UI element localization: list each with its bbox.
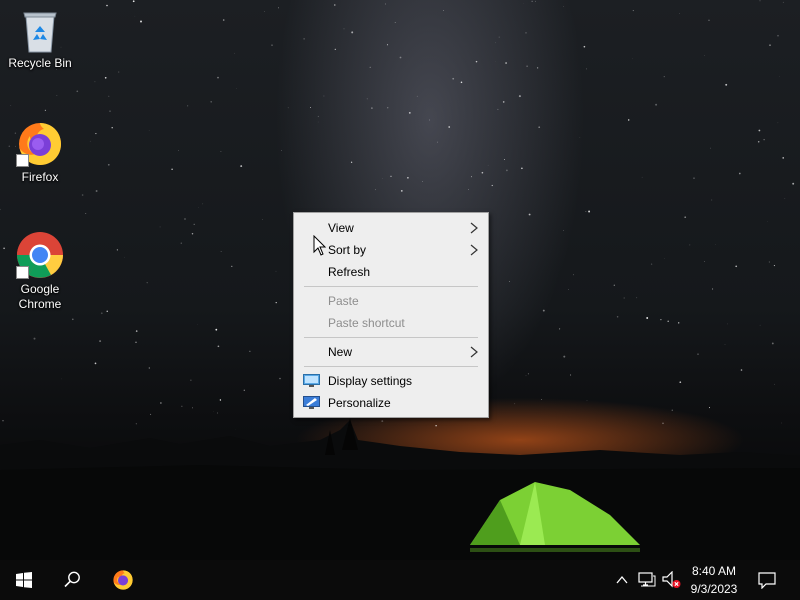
search-button[interactable] <box>48 560 96 600</box>
chevron-right-icon <box>470 222 478 234</box>
chevron-right-icon <box>470 346 478 358</box>
firefox-icon <box>113 570 133 590</box>
menu-separator <box>304 366 478 367</box>
menu-item-paste: Paste <box>294 290 488 312</box>
menu-item-label: Paste <box>328 294 359 308</box>
network-icon[interactable] <box>638 572 656 588</box>
taskbar: 8:40 AM 9/3/2023 <box>0 560 800 600</box>
menu-item-label: New <box>328 345 353 359</box>
start-button[interactable] <box>0 560 48 600</box>
shortcut-arrow-icon <box>16 266 29 279</box>
desktop-icon-label: Firefox <box>21 170 59 184</box>
menu-item-label: View <box>328 221 354 235</box>
notification-icon[interactable] <box>758 571 776 589</box>
clock-date[interactable]: 9/3/2023 <box>684 582 744 596</box>
menu-item-refresh[interactable]: Refresh <box>294 261 488 283</box>
windows-logo-icon <box>16 572 32 588</box>
menu-item-label: Refresh <box>328 265 371 279</box>
taskbar-firefox-button[interactable] <box>99 560 147 600</box>
menu-item-new[interactable]: New <box>294 341 488 363</box>
menu-item-label: Personalize <box>328 396 391 410</box>
clock-time[interactable]: 8:40 AM <box>684 564 744 578</box>
mouse-cursor-icon <box>313 235 327 256</box>
shortcut-arrow-icon <box>16 154 29 167</box>
desktop-icon-google-chrome[interactable]: Google Chrome <box>2 230 78 312</box>
menu-item-personalize[interactable]: Personalize <box>294 392 488 414</box>
desktop-icon-firefox[interactable]: Firefox <box>2 120 78 185</box>
desktop-icon-label: Google Chrome <box>18 282 62 311</box>
menu-item-label: Sort by <box>328 243 367 257</box>
chevron-up-icon[interactable] <box>616 575 628 585</box>
menu-item-label: Paste shortcut <box>328 316 405 330</box>
menu-item-paste-shortcut: Paste shortcut <box>294 312 488 334</box>
menu-item-label: Display settings <box>328 374 413 388</box>
chevron-right-icon <box>470 244 478 256</box>
personalize-icon <box>303 396 320 409</box>
menu-separator <box>304 286 478 287</box>
recycle-bin-icon <box>23 12 57 53</box>
menu-item-display-settings[interactable]: Display settings <box>294 370 488 392</box>
desktop-icon-recycle-bin[interactable]: Recycle Bin <box>2 8 78 71</box>
desktop-icon-label: Recycle Bin <box>8 56 72 70</box>
volume-muted-icon[interactable] <box>662 571 682 589</box>
desktop-background[interactable]: Recycle Bin Firefox Google Chrome View S… <box>0 0 800 560</box>
menu-separator <box>304 337 478 338</box>
search-icon <box>64 571 80 588</box>
display-icon <box>303 374 320 387</box>
